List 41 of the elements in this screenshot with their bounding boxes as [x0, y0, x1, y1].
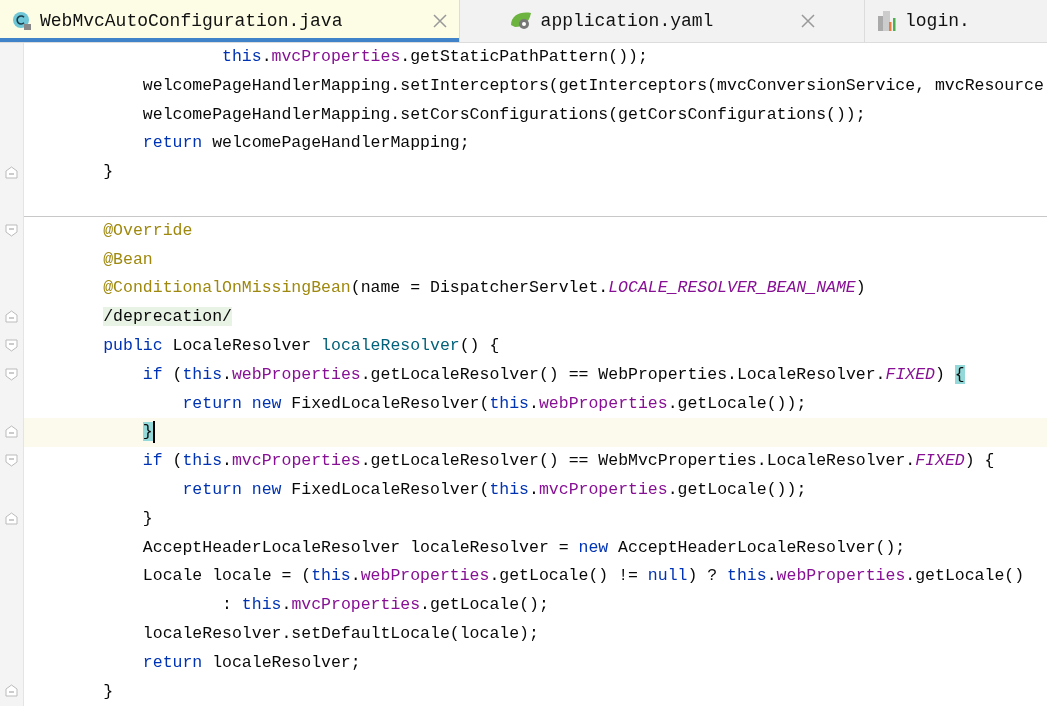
code-line: Locale locale = (this.webProperties.getLocale() != null) ? this.webProperties.getLocale(): [142, 566, 1025, 586]
fold-icon[interactable]: [5, 310, 18, 324]
close-icon[interactable]: [433, 13, 447, 28]
fold-icon[interactable]: [5, 425, 18, 439]
fold-icon[interactable]: [5, 338, 18, 352]
tab-label: WebMvcAutoConfiguration.java: [40, 9, 343, 33]
editor-tab[interactable]: WebMvcAutoConfiguration.java: [0, 0, 460, 42]
code-line: welcomePageHandlerMapping.setCorsConfigurations(getCorsConfigurations());: [142, 104, 866, 124]
code-line: : this.mvcProperties.getLocale();: [222, 595, 549, 615]
code-line: return new FixedLocaleResolver(this.mvcProperties.getLocale());: [182, 479, 807, 499]
editor-tab[interactable]: application.yaml: [460, 0, 865, 42]
class-icon: [12, 11, 32, 31]
fold-icon[interactable]: [5, 684, 18, 698]
code-line: @ConditionalOnMissingBean(name = DispatcherServlet.LOCALE_RESOLVER_BEAN_NAME): [103, 278, 866, 298]
code-line: }: [142, 508, 153, 528]
code-line: return new FixedLocaleResolver(this.webProperties.getLocale());: [182, 393, 807, 413]
code-line: this.mvcProperties.getStaticPathPattern());: [222, 47, 648, 66]
code-line: public LocaleResolver localeResolver() {: [103, 335, 500, 355]
fold-icon[interactable]: [5, 223, 18, 237]
fold-icon[interactable]: [5, 454, 18, 468]
chart-icon: [877, 10, 897, 32]
code-line: return welcomePageHandlerMapping;: [142, 133, 470, 153]
leaf-icon: [508, 11, 533, 31]
tab-label: login.: [905, 9, 970, 33]
fold-icon[interactable]: [5, 166, 18, 180]
code-line: localeResolver.setDefaultLocale(locale);: [142, 623, 539, 643]
code-line: @Override: [103, 220, 193, 240]
code-line: return localeResolver;: [142, 652, 361, 672]
code-line: AcceptHeaderLocaleResolver localeResolver = new AcceptHeaderLocaleResolver();: [142, 537, 906, 557]
code-line: }: [103, 681, 114, 701]
fold-icon[interactable]: [5, 511, 18, 525]
code-line: if (this.mvcProperties.getLocaleResolver() == WebMvcProperties.LocaleResolver.FIXED) {: [142, 451, 995, 471]
close-icon[interactable]: [801, 13, 816, 28]
code-line: }: [103, 162, 114, 182]
code-line: if (this.webProperties.getLocaleResolver() == WebProperties.LocaleResolver.FIXED) {: [142, 364, 965, 384]
text-cursor: [152, 421, 155, 443]
editor-tab[interactable]: login.: [865, 0, 1047, 42]
fold-icon[interactable]: [5, 367, 18, 381]
code-line: welcomePageHandlerMapping.setInterceptors(getInterceptors(mvcConversionService, mvcResource: [142, 75, 1044, 95]
tab-label: application.yaml: [540, 9, 714, 33]
code-line: @Bean: [103, 249, 153, 269]
